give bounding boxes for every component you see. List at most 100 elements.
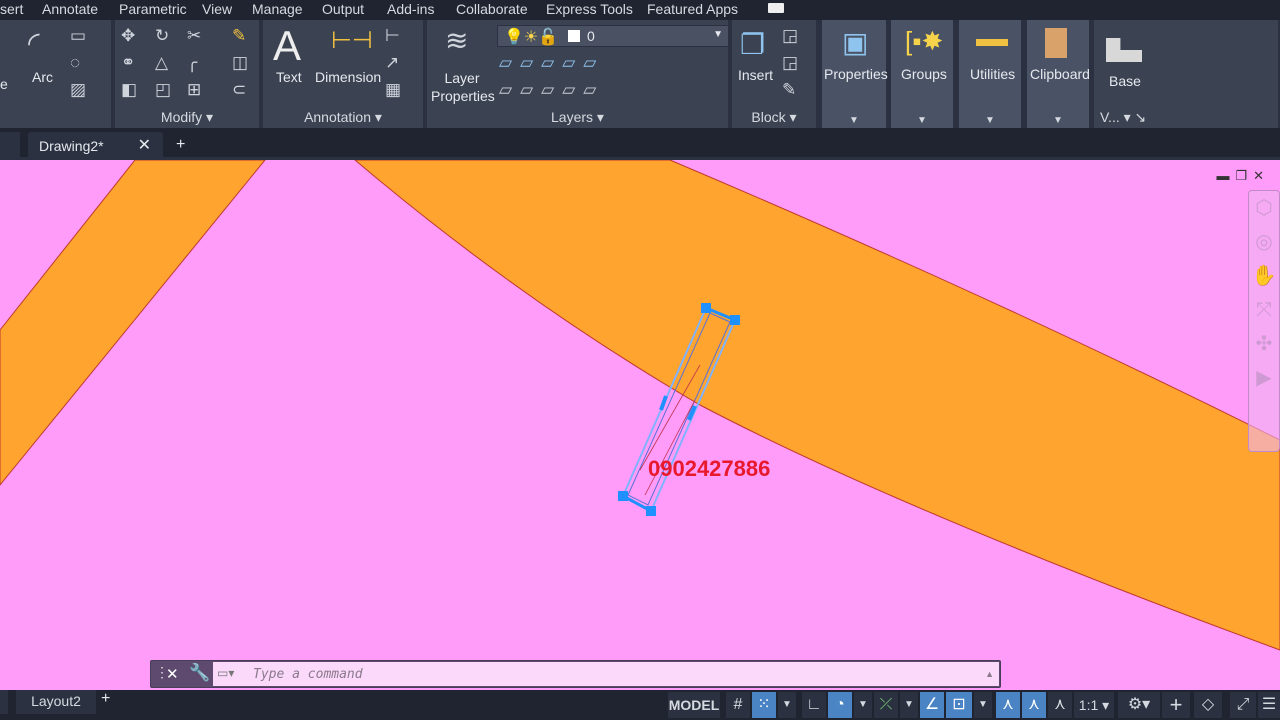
command-history-icon[interactable]: ▭▾ bbox=[217, 666, 234, 680]
new-tab-button[interactable]: + bbox=[176, 136, 185, 154]
layers-panel-label[interactable]: Layers ▾ bbox=[427, 109, 728, 126]
grip-handle[interactable] bbox=[646, 506, 656, 516]
workspace-toggle-icon[interactable] bbox=[768, 3, 784, 13]
text-button[interactable]: Text bbox=[276, 69, 302, 85]
layer-dropdown[interactable]: 💡☀🔓 0 ▼ bbox=[497, 25, 729, 47]
steering-wheel-icon[interactable]: ◎ bbox=[1249, 225, 1279, 259]
chevron-down-icon[interactable]: ▼ bbox=[1027, 115, 1089, 126]
navigation-bar[interactable]: ⬡ ◎ ✋ ⤧ ✣ ▶ bbox=[1248, 190, 1280, 452]
tab-collaborate[interactable]: Collaborate bbox=[456, 1, 528, 17]
tab-express-tools[interactable]: Express Tools bbox=[546, 1, 633, 17]
drawing-svg[interactable]: 0902427886 bbox=[0, 159, 1280, 690]
block-panel-label[interactable]: Block ▾ bbox=[732, 109, 816, 126]
attribute-icon[interactable]: ✎ bbox=[782, 80, 796, 100]
edit-block-icon[interactable]: ◲ bbox=[782, 53, 798, 73]
grip-handle[interactable] bbox=[618, 491, 628, 501]
start-tab[interactable] bbox=[0, 132, 20, 158]
grip-handle[interactable] bbox=[730, 315, 740, 325]
plus-icon[interactable]: + bbox=[1162, 692, 1190, 718]
tab-add-ins[interactable]: Add-ins bbox=[387, 1, 434, 17]
circle-button[interactable]: e bbox=[0, 76, 8, 92]
orbit-icon[interactable]: ✣ bbox=[1249, 327, 1279, 361]
object-snap-icon[interactable]: ⊡ bbox=[946, 692, 972, 718]
groups-panel[interactable]: [▪✸ Groups ▼ bbox=[891, 20, 955, 128]
auto-scale-icon[interactable]: ⋏ bbox=[1022, 692, 1046, 718]
chevron-down-icon[interactable]: ▼ bbox=[974, 692, 992, 718]
scale-icon[interactable]: ◰ bbox=[155, 80, 171, 100]
zoom-extents-icon[interactable]: ⤧ bbox=[1249, 293, 1279, 327]
clipboard-button[interactable]: Clipboard bbox=[1030, 66, 1090, 82]
table-icon[interactable]: ▦ bbox=[385, 80, 401, 100]
stretch-icon[interactable]: ◧ bbox=[121, 80, 137, 100]
groups-button[interactable]: Groups bbox=[901, 66, 947, 82]
chevron-up-icon[interactable]: ▲ bbox=[985, 669, 994, 679]
workspace-gear-icon[interactable]: ⚙▾ bbox=[1118, 692, 1160, 718]
chevron-down-icon[interactable]: ▼ bbox=[778, 692, 796, 718]
pan-icon[interactable]: ✋ bbox=[1249, 259, 1279, 293]
model-space-button[interactable]: MODEL bbox=[668, 692, 720, 718]
tab-featured-apps[interactable]: Featured Apps bbox=[647, 1, 738, 17]
fillet-icon[interactable]: ╭ bbox=[187, 53, 197, 73]
layer-tools-row2-icons[interactable]: ▱▱▱▱▱ bbox=[499, 80, 604, 100]
command-input[interactable]: ▭▾ Type a command ▲ bbox=[213, 662, 999, 686]
ellipse-icon[interactable]: ◌ bbox=[70, 53, 80, 73]
trim-icon[interactable]: ✂ bbox=[187, 26, 201, 46]
utilities-button[interactable]: Utilities bbox=[970, 66, 1015, 82]
tab-manage[interactable]: Manage bbox=[252, 1, 303, 17]
chevron-down-icon[interactable]: ▼ bbox=[900, 692, 918, 718]
hatch-icon[interactable]: ▨ bbox=[70, 80, 86, 100]
view-panel-label[interactable]: V... ▾ ↘ bbox=[1100, 109, 1278, 126]
utilities-panel[interactable]: Utilities ▼ bbox=[959, 20, 1023, 128]
annotation-panel-label[interactable]: Annotation ▾ bbox=[263, 109, 423, 126]
base-button[interactable]: Base bbox=[1109, 73, 1141, 89]
close-icon[interactable]: ✕ bbox=[138, 135, 151, 155]
rotate-icon[interactable]: ↻ bbox=[155, 26, 169, 46]
chevron-down-icon[interactable]: ▼ bbox=[822, 115, 886, 126]
arc-button[interactable]: Arc bbox=[32, 69, 53, 85]
create-block-icon[interactable]: ◲ bbox=[782, 26, 798, 46]
object-snap-tracking-icon[interactable]: ∠ bbox=[920, 692, 944, 718]
rectangle-icon[interactable]: ▭ bbox=[70, 26, 86, 46]
mirror-icon[interactable]: △ bbox=[155, 53, 168, 73]
annotation-scale-icon[interactable]: ⋏ bbox=[1048, 692, 1072, 718]
viewport-window-controls[interactable]: ▬❐✕ bbox=[1216, 168, 1270, 184]
chevron-down-icon[interactable]: ▼ bbox=[959, 115, 1021, 126]
tab-view[interactable]: View bbox=[202, 1, 232, 17]
tab-layout2[interactable]: Layout2 bbox=[16, 690, 96, 714]
3d-box-icon[interactable]: ◫ bbox=[232, 53, 248, 73]
erase-icon[interactable]: ✎ bbox=[232, 26, 246, 46]
layer-properties-button[interactable]: Layer Properties bbox=[431, 69, 495, 105]
add-layout-button[interactable]: + bbox=[101, 690, 110, 708]
tab-model[interactable] bbox=[0, 690, 8, 714]
leader-icon[interactable]: ↗ bbox=[385, 53, 399, 73]
showmotion-icon[interactable]: ▶ bbox=[1249, 361, 1279, 395]
move-icon[interactable]: ✥ bbox=[121, 26, 135, 46]
insert-button[interactable]: Insert bbox=[738, 67, 773, 83]
dimension-button[interactable]: Dimension bbox=[315, 69, 381, 85]
copy-icon[interactable]: ⚭ bbox=[121, 53, 135, 73]
close-icon[interactable]: ✕ bbox=[166, 665, 179, 683]
tab-parametric[interactable]: Parametric bbox=[119, 1, 187, 17]
menu-icon[interactable]: ☰ bbox=[1258, 692, 1280, 718]
chevron-down-icon[interactable]: ▼ bbox=[854, 692, 872, 718]
grip-handle[interactable] bbox=[701, 303, 711, 313]
drawing-canvas[interactable]: 0902427886 ▬❐✕ ⬡ ◎ ✋ ⤧ ✣ ▶ bbox=[0, 159, 1280, 690]
annotation-visibility-icon[interactable]: ⋏ bbox=[996, 692, 1020, 718]
snap-icon[interactable]: ⁙ bbox=[752, 692, 776, 718]
chevron-down-icon[interactable]: ▼ bbox=[891, 115, 953, 126]
isolate-objects-icon[interactable]: ◇ bbox=[1194, 692, 1222, 718]
offset-icon[interactable]: ⊂ bbox=[232, 80, 246, 100]
customize-wrench-icon[interactable]: 🔧 bbox=[189, 663, 210, 683]
grid-icon[interactable]: # bbox=[726, 692, 750, 718]
isodraft-icon[interactable]: ⤫ bbox=[874, 692, 898, 718]
properties-panel[interactable]: ▣ Properties ▼ bbox=[822, 20, 888, 128]
tab-insert[interactable]: sert bbox=[0, 1, 23, 17]
fullscreen-icon[interactable]: ⤢ bbox=[1230, 692, 1256, 718]
modify-panel-label[interactable]: Modify ▾ bbox=[115, 109, 259, 126]
tab-drawing2[interactable]: Drawing2* ✕ bbox=[28, 132, 163, 158]
tab-output[interactable]: Output bbox=[322, 1, 364, 17]
polar-tracking-icon[interactable]: ◔ bbox=[828, 692, 852, 718]
clipboard-panel[interactable]: Clipboard ▼ bbox=[1027, 20, 1091, 128]
layer-tools-row1-icons[interactable]: ▱▱▱▱▱ bbox=[499, 53, 604, 73]
ortho-icon[interactable]: ∟ bbox=[802, 692, 826, 718]
